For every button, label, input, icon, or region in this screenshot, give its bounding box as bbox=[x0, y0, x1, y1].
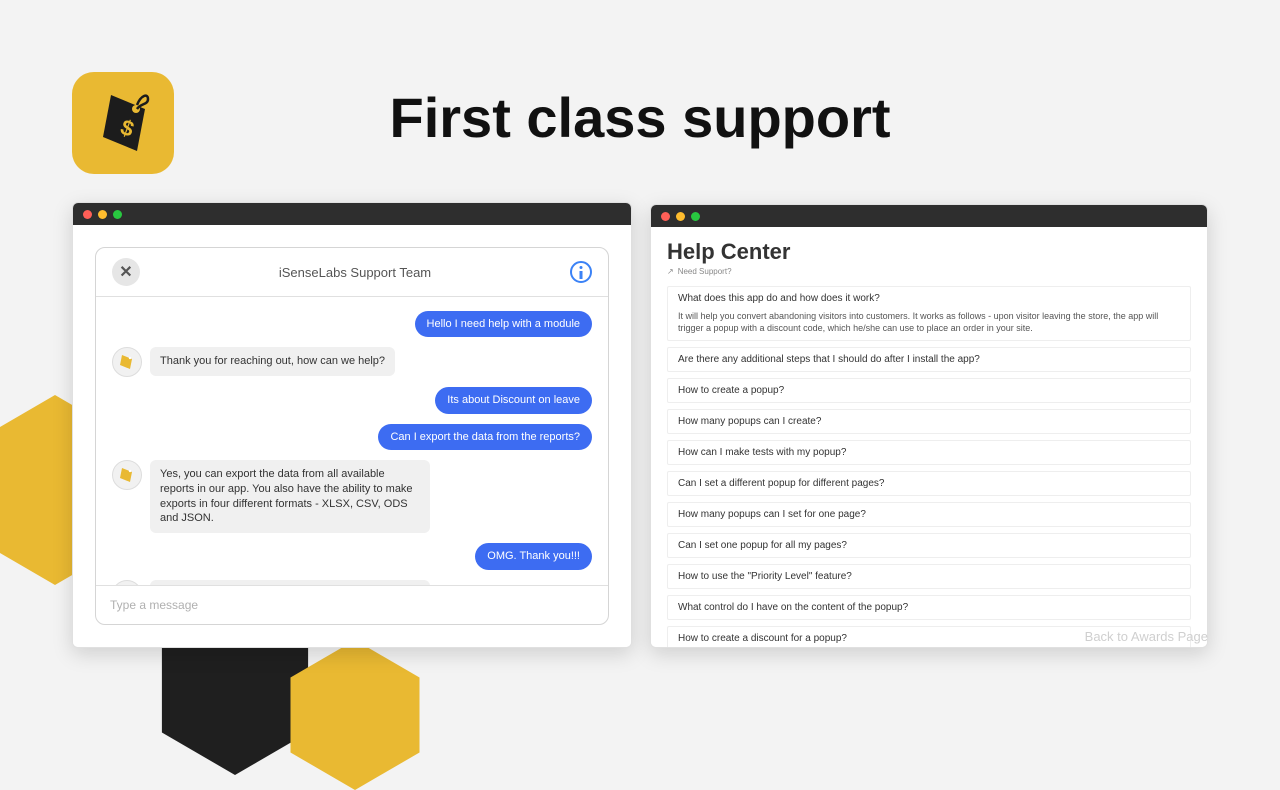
chat-title: iSenseLabs Support Team bbox=[279, 265, 431, 280]
chat-thread: Hello I need help with a module Thank you… bbox=[96, 297, 608, 585]
window-min-dot[interactable] bbox=[98, 210, 107, 219]
close-icon[interactable]: ✕ bbox=[112, 258, 140, 286]
faq-question: Can I set a different popup for differen… bbox=[678, 478, 1180, 489]
chat-bubble: Thank you for reaching out, how can we h… bbox=[150, 347, 395, 376]
chat-window: ✕ iSenseLabs Support Team Hello I need h… bbox=[72, 202, 632, 648]
faq-item[interactable]: How many popups can I set for one page? bbox=[667, 502, 1191, 527]
window-close-dot[interactable] bbox=[83, 210, 92, 219]
faq-item[interactable]: How many popups can I create? bbox=[667, 409, 1191, 434]
chat-bubble: Its about Discount on leave bbox=[435, 387, 592, 413]
chat-message-left: Thank you for reaching out, how can we h… bbox=[112, 347, 592, 377]
faq-item[interactable]: How can I make tests with my popup? bbox=[667, 440, 1191, 465]
chat-card: ✕ iSenseLabs Support Team Hello I need h… bbox=[95, 247, 609, 625]
page-title: First class support bbox=[0, 85, 1280, 150]
faq-question: What control do I have on the content of… bbox=[678, 602, 1180, 613]
chat-message-right: OMG. Thank you!!! bbox=[112, 543, 592, 569]
help-window: Help Center ↗ Need Support? What does th… bbox=[650, 204, 1208, 648]
back-link[interactable]: Back to Awards Page bbox=[1085, 629, 1208, 644]
chat-bubble: Yes, you can export the data from all av… bbox=[150, 460, 430, 533]
faq-question: How many popups can I create? bbox=[678, 416, 1180, 427]
external-link-icon: ↗ bbox=[667, 267, 674, 276]
window-max-dot[interactable] bbox=[691, 212, 700, 221]
chat-message-right: Its about Discount on leave bbox=[112, 387, 592, 413]
faq-answer: It will help you convert abandoning visi… bbox=[678, 310, 1180, 334]
faq-question: How can I make tests with my popup? bbox=[678, 447, 1180, 458]
faq-item[interactable]: How to create a popup? bbox=[667, 378, 1191, 403]
chat-message-right: Hello I need help with a module bbox=[112, 311, 592, 337]
faq-item[interactable]: Can I set a different popup for differen… bbox=[667, 471, 1191, 496]
need-support-link[interactable]: ↗ Need Support? bbox=[667, 267, 1191, 276]
faq-question: What does this app do and how does it wo… bbox=[678, 293, 1180, 304]
chat-bubble: OMG. Thank you!!! bbox=[475, 543, 592, 569]
faq-question: Are there any additional steps that I sh… bbox=[678, 354, 1180, 365]
faq-item[interactable]: Are there any additional steps that I sh… bbox=[667, 347, 1191, 372]
chat-bubble: Hello I need help with a module bbox=[415, 311, 592, 337]
agent-avatar-icon bbox=[112, 347, 142, 377]
faq-question: Can I set one popup for all my pages? bbox=[678, 540, 1180, 551]
window-titlebar bbox=[73, 203, 631, 225]
window-close-dot[interactable] bbox=[661, 212, 670, 221]
help-title: Help Center bbox=[667, 239, 1191, 265]
faq-item[interactable]: What control do I have on the content of… bbox=[667, 595, 1191, 620]
faq-item[interactable]: What does this app do and how does it wo… bbox=[667, 286, 1191, 341]
chat-message-right: Can I export the data from the reports? bbox=[112, 424, 592, 450]
window-titlebar bbox=[651, 205, 1207, 227]
faq-question: How to use the "Priority Level" feature? bbox=[678, 571, 1180, 582]
chat-input[interactable]: Type a message bbox=[96, 585, 608, 624]
faq-item[interactable]: How to use the "Priority Level" feature? bbox=[667, 564, 1191, 589]
faq-list: What does this app do and how does it wo… bbox=[667, 286, 1191, 648]
faq-question: How to create a popup? bbox=[678, 385, 1180, 396]
window-min-dot[interactable] bbox=[676, 212, 685, 221]
chat-bubble: Can I export the data from the reports? bbox=[378, 424, 592, 450]
faq-item[interactable]: Can I set one popup for all my pages? bbox=[667, 533, 1191, 558]
faq-question: How many popups can I set for one page? bbox=[678, 509, 1180, 520]
window-max-dot[interactable] bbox=[113, 210, 122, 219]
chat-message-left: Yes, you can export the data from all av… bbox=[112, 460, 592, 533]
agent-avatar-icon bbox=[112, 460, 142, 490]
info-icon[interactable] bbox=[570, 261, 592, 283]
